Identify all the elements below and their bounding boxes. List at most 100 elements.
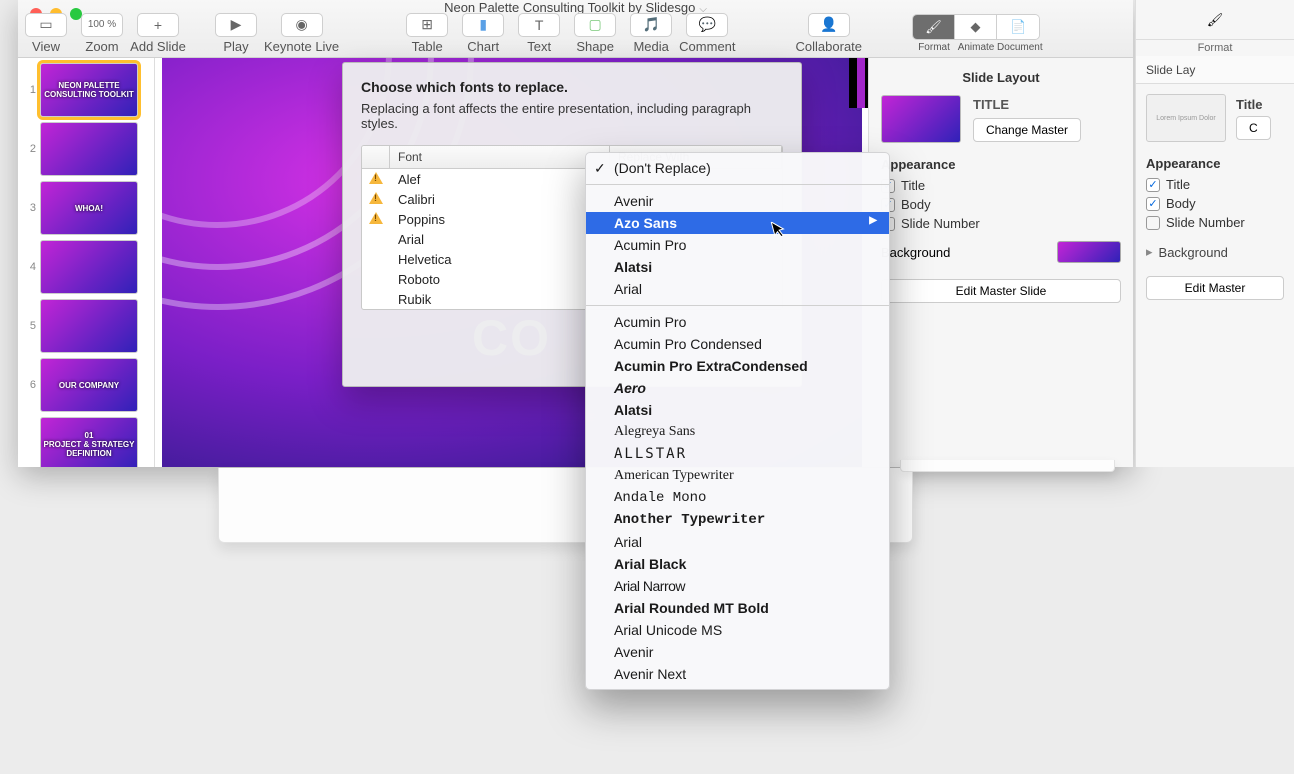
shape-button[interactable]: ▢Shape	[567, 13, 623, 54]
slide-navigator[interactable]: 1NEON PALETTECONSULTING TOOLKIT23WHOA!45…	[18, 58, 155, 467]
view-button[interactable]: ▭View	[18, 13, 74, 54]
col-font[interactable]: Font	[390, 146, 610, 168]
text-button[interactable]: TText	[511, 13, 567, 54]
title-checkbox-2[interactable]	[1146, 178, 1160, 192]
menu-item-font[interactable]: Avenir Next	[586, 663, 889, 685]
menu-item-font[interactable]: Acumin Pro ExtraCondensed	[586, 355, 889, 377]
collaborate-icon: 👤	[808, 13, 850, 37]
comment-icon: 💬	[686, 13, 728, 37]
slide-thumbnail[interactable]: 01PROJECT & STRATEGYDEFINITION	[40, 417, 138, 467]
slide-number: 5	[22, 320, 36, 332]
live-icon: ◉	[281, 13, 323, 37]
menu-item-font[interactable]: Andale Mono	[586, 487, 889, 509]
slide-thumbnail[interactable]: WHOA!	[40, 181, 138, 235]
keynote-live-button[interactable]: ◉Keynote Live	[264, 13, 339, 54]
menu-item-font[interactable]: Aero	[586, 377, 889, 399]
menu-divider	[586, 305, 889, 306]
comment-button[interactable]: 💬Comment	[679, 13, 735, 54]
menu-item-font[interactable]: Acumin Pro	[586, 311, 889, 333]
appearance-heading-2: Appearance	[1146, 156, 1284, 171]
collaborate-button[interactable]: 👤Collaborate	[796, 13, 863, 54]
master-thumbnail[interactable]	[881, 95, 961, 143]
media-button[interactable]: 🎵Media	[623, 13, 679, 54]
edit-master-button-2[interactable]: Edit Master	[1146, 276, 1284, 300]
slide-number-checkbox-2[interactable]	[1146, 216, 1160, 230]
format-icon[interactable]: 🖌	[1207, 12, 1224, 28]
font-name: Calibri	[390, 192, 610, 207]
font-name: Roboto	[390, 272, 610, 287]
slide-number-checkbox-label: Slide Number	[901, 216, 980, 231]
edit-master-button[interactable]: Edit Master Slide	[881, 279, 1121, 303]
document-tab[interactable]: 📄	[997, 15, 1039, 39]
menu-item-font[interactable]: ALLSTAR	[586, 443, 889, 465]
col-warn	[362, 146, 390, 168]
font-name: Poppins	[390, 212, 610, 227]
menu-item-font[interactable]: Arial	[586, 531, 889, 553]
chart-button[interactable]: ▮Chart	[455, 13, 511, 54]
slide-thumbnail[interactable]	[40, 122, 138, 176]
menu-item-recent[interactable]: Azo Sans	[586, 212, 889, 234]
change-master-button[interactable]: Change Master	[973, 118, 1081, 142]
dialog-heading: Choose which fonts to replace.	[361, 79, 783, 95]
play-button[interactable]: ▶Play	[208, 13, 264, 54]
master-thumb-2[interactable]: Lorem Ipsum Dolor	[1146, 94, 1226, 142]
slide-number: 6	[22, 379, 36, 391]
menu-item-recent[interactable]: Avenir	[586, 190, 889, 212]
add-slide-button[interactable]: +Add Slide	[130, 13, 186, 54]
play-icon: ▶	[215, 13, 257, 37]
zoom-button[interactable]: 100 %Zoom	[74, 13, 130, 54]
plus-icon: +	[137, 13, 179, 37]
menu-item-font[interactable]: Arial Narrow	[586, 575, 889, 597]
slide-thumbnail[interactable]	[40, 240, 138, 294]
format-label-2: Format	[1136, 40, 1294, 56]
menu-item-font[interactable]: Alatsi	[586, 399, 889, 421]
menu-item-font[interactable]: Alegreya Sans	[586, 421, 889, 443]
font-dropdown-menu: (Don't Replace) AvenirAzo SansAcumin Pro…	[585, 152, 890, 690]
shape-icon: ▢	[574, 13, 616, 37]
font-name: Rubik	[390, 292, 610, 307]
menu-item-font[interactable]: American Typewriter	[586, 465, 889, 487]
title-checkbox-label: Title	[901, 178, 925, 193]
font-name: Helvetica	[390, 252, 610, 267]
menu-item-font[interactable]: Another Typewriter	[586, 509, 889, 531]
titlebar: Neon Palette Consulting Toolkit by Slide…	[18, 0, 1133, 58]
font-name: Alef	[390, 172, 610, 187]
menu-item-font[interactable]: Arial Rounded MT Bold	[586, 597, 889, 619]
format-label: Format	[913, 42, 955, 53]
menu-item-font[interactable]: Arial Black	[586, 553, 889, 575]
change-master-button-2[interactable]: C	[1236, 116, 1271, 140]
background-swatch[interactable]	[1057, 241, 1121, 263]
warning-icon	[369, 212, 383, 224]
slide-thumbnail[interactable]: NEON PALETTECONSULTING TOOLKIT	[40, 63, 138, 117]
menu-item-font[interactable]: Acumin Pro Condensed	[586, 333, 889, 355]
inspector-panel: Slide Layout TITLE Change Master Appeara…	[868, 58, 1133, 467]
menu-item-recent[interactable]: Alatsi	[586, 256, 889, 278]
master-name-2: Title	[1236, 97, 1271, 112]
menu-item-recent[interactable]: Arial	[586, 278, 889, 300]
body-checkbox-label: Body	[901, 197, 931, 212]
view-icon: ▭	[25, 13, 67, 37]
format-tab[interactable]: 🖌	[913, 15, 955, 39]
menu-item-font[interactable]: Arial Unicode MS	[586, 619, 889, 641]
slide-thumbnail[interactable]	[40, 299, 138, 353]
animate-tab[interactable]: ◆	[955, 15, 997, 39]
secondary-inspector: 🖌 Format Slide Lay Lorem Ipsum Dolor Tit…	[1135, 0, 1294, 467]
slide-layout-tab-2[interactable]: Slide Lay	[1136, 56, 1294, 84]
notes-area-2	[900, 460, 1115, 472]
body-checkbox-2[interactable]	[1146, 197, 1160, 211]
menu-item-dont-replace[interactable]: (Don't Replace)	[586, 157, 889, 179]
menu-item-font[interactable]: Avenir	[586, 641, 889, 663]
warning-icon	[369, 172, 383, 184]
slide-number: 1	[22, 84, 36, 96]
media-icon: 🎵	[630, 13, 672, 37]
warning-icon	[369, 192, 383, 204]
animate-label: Animate	[955, 42, 997, 53]
background-disclosure[interactable]: Background	[1159, 245, 1228, 260]
menu-item-recent[interactable]: Acumin Pro	[586, 234, 889, 256]
table-button[interactable]: ⊞Table	[399, 13, 455, 54]
slide-thumbnail[interactable]: OUR COMPANY	[40, 358, 138, 412]
inspector-tabs: 🖌 ◆ 📄	[912, 14, 1040, 40]
dialog-subtext: Replacing a font affects the entire pres…	[361, 101, 783, 131]
background-label: Background	[881, 245, 950, 260]
text-icon: T	[518, 13, 560, 37]
